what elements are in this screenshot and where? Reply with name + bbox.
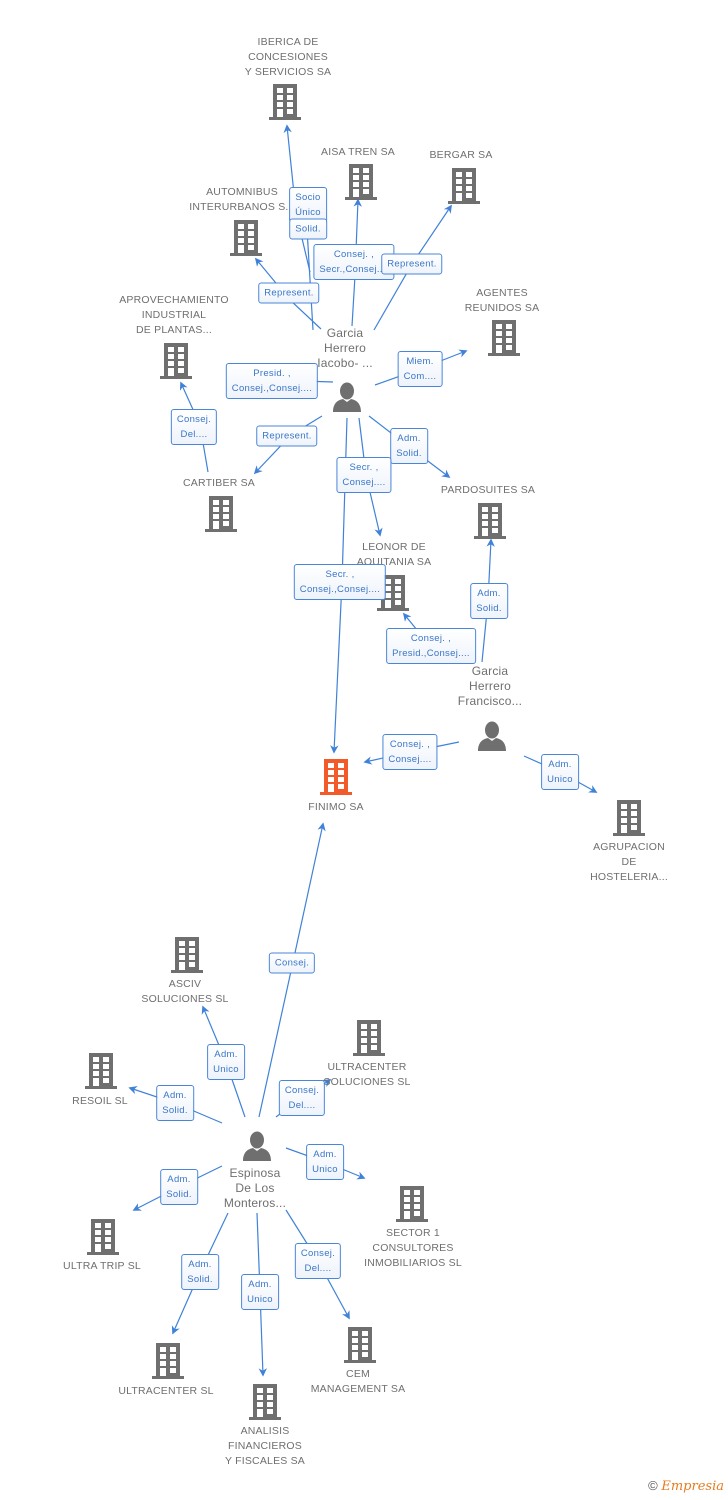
relationship-label[interactable]: Represent. — [381, 253, 443, 275]
company-building-icon[interactable] — [344, 1327, 376, 1363]
person-name-garcia_francisco[interactable]: Garcia Herrero Francisco... — [458, 664, 522, 709]
relationship-label[interactable]: Adm. Unico — [306, 1144, 344, 1180]
edge-line-garcia_iacobo-to-automnibus_solid — [306, 228, 314, 331]
relationship-label[interactable]: Consej. Del.... — [170, 409, 218, 445]
company-name-aisa[interactable]: AISA TREN SA — [321, 145, 395, 160]
company-building-icon[interactable] — [488, 320, 520, 356]
company-name-bergar[interactable]: BERGAR SA — [429, 148, 492, 163]
relationship-label[interactable]: Adm. Solid. — [181, 1254, 219, 1290]
company-building-icon[interactable] — [87, 1219, 119, 1255]
company-name-resoil[interactable]: RESOIL SL — [72, 1094, 128, 1109]
relationship-label[interactable]: Adm. Unico — [241, 1274, 279, 1310]
relationship-label[interactable]: Adm. Unico — [541, 754, 579, 790]
focus-company-building-icon[interactable] — [320, 759, 352, 795]
relationship-label[interactable]: Adm. Unico — [207, 1044, 245, 1080]
company-building-icon[interactable] — [230, 220, 262, 256]
company-building-icon[interactable] — [345, 164, 377, 200]
copyright-icon: © — [648, 1478, 658, 1493]
footer-credit: © Empresia — [648, 1478, 724, 1494]
person-icon[interactable] — [243, 1131, 271, 1162]
relationship-label[interactable]: Solid. — [289, 218, 327, 240]
company-name-aprovechamiento[interactable]: APROVECHAMIENTO INDUSTRIAL DE PLANTAS... — [119, 293, 229, 338]
relationship-label[interactable]: Miem. Com.... — [397, 351, 443, 387]
company-building-icon[interactable] — [152, 1343, 184, 1379]
relationship-label[interactable]: Consej. , Presid.,Consej.... — [386, 628, 476, 664]
company-name-cem[interactable]: CEM MANAGEMENT SA — [311, 1367, 406, 1397]
company-name-sector1[interactable]: SECTOR 1 CONSULTORES INMOBILIARIOS SL — [364, 1226, 462, 1271]
person-icon[interactable] — [478, 721, 506, 752]
company-building-icon[interactable] — [396, 1186, 428, 1222]
company-name-pardosuites[interactable]: PARDOSUITES SA — [441, 483, 535, 498]
company-name-analisis[interactable]: ANALISIS FINANCIEROS Y FISCALES SA — [225, 1424, 305, 1469]
company-building-icon[interactable] — [353, 1020, 385, 1056]
relationship-label[interactable]: Secr. , Consej.... — [336, 457, 392, 493]
company-name-agrupacion[interactable]: AGRUPACION DE HOSTELERIA... — [590, 840, 668, 885]
relationship-label[interactable]: Adm. Solid. — [390, 428, 428, 464]
network-graph — [85, 84, 645, 1420]
relationship-label[interactable]: Presid. , Consej.,Consej.... — [225, 363, 319, 399]
relationship-label[interactable]: Adm. Solid. — [156, 1085, 194, 1121]
company-name-finimo[interactable]: FINIMO SA — [308, 800, 363, 815]
company-building-icon[interactable] — [171, 937, 203, 973]
company-building-icon[interactable] — [474, 503, 506, 539]
icons-layer — [85, 84, 645, 1420]
person-icon[interactable] — [333, 382, 361, 413]
relationship-label[interactable]: Secr. , Consej.,Consej.... — [293, 564, 387, 600]
relationship-label[interactable]: Consej. — [268, 952, 316, 974]
company-name-ultracenter_sol[interactable]: ULTRACENTER SOLUCIONES SL — [323, 1060, 410, 1090]
company-building-icon[interactable] — [269, 84, 301, 120]
company-building-icon[interactable] — [85, 1053, 117, 1089]
relationship-label[interactable]: Consej. Del.... — [278, 1080, 326, 1116]
company-building-icon[interactable] — [448, 168, 480, 204]
empresia-logo[interactable]: Empresia — [661, 1479, 724, 1494]
person-name-garcia_iacobo[interactable]: Garcia Herrero Iacobo- ... — [317, 326, 373, 371]
person-name-espinosa[interactable]: Espinosa De Los Monteros... — [224, 1166, 286, 1211]
company-building-icon[interactable] — [205, 496, 237, 532]
company-name-ultracenter[interactable]: ULTRACENTER SL — [118, 1384, 213, 1399]
relationship-label[interactable]: Adm. Solid. — [470, 583, 508, 619]
relationship-label[interactable]: Represent. — [256, 425, 318, 447]
company-name-cartiber[interactable]: CARTIBER SA — [183, 476, 255, 491]
company-building-icon[interactable] — [613, 800, 645, 836]
company-building-icon[interactable] — [249, 1384, 281, 1420]
company-name-iberica[interactable]: IBERICA DE CONCESIONES Y SERVICIOS SA — [245, 35, 331, 80]
company-name-asciv[interactable]: ASCIV SOLUCIONES SL — [141, 977, 228, 1007]
relationship-label[interactable]: Adm. Solid. — [160, 1169, 198, 1205]
relationship-label[interactable]: Consej. , Consej.... — [382, 734, 438, 770]
company-name-automnibus[interactable]: AUTOMNIBUS INTERURBANOS S... — [189, 185, 295, 215]
company-name-ultratrip[interactable]: ULTRA TRIP SL — [63, 1259, 141, 1274]
relationship-label[interactable]: Consej. Del.... — [294, 1243, 342, 1279]
company-name-agentes[interactable]: AGENTES REUNIDOS SA — [465, 286, 540, 316]
relationship-label[interactable]: Represent. — [258, 282, 320, 304]
company-building-icon[interactable] — [160, 343, 192, 379]
